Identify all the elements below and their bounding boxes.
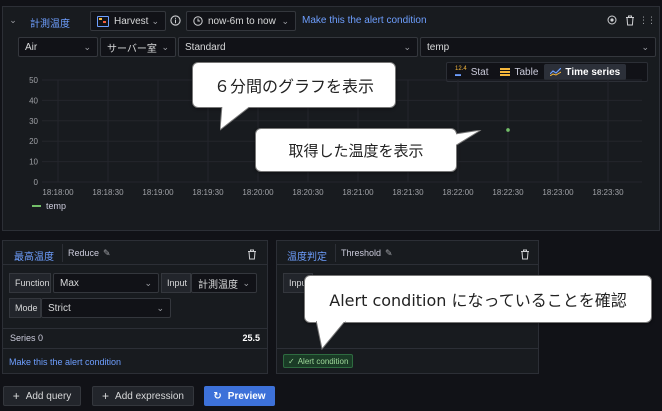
chart-legend[interactable]: temp (32, 201, 66, 211)
callout-graph-pointer (220, 106, 253, 131)
threshold-expression-name[interactable]: 温度判定 (287, 248, 327, 263)
threshold-trash-icon[interactable] (518, 247, 532, 261)
function-select[interactable]: Max ⌄ (53, 273, 159, 293)
collapse-chevron-icon[interactable]: ⌄ (6, 12, 20, 28)
filter-type-select[interactable]: Standard ⌄ (178, 37, 418, 57)
reduce-trash-icon[interactable] (245, 247, 259, 261)
y-tick-label: 50 (29, 76, 38, 85)
filter-measurement-value: Air (25, 41, 38, 53)
callout-temp: 取得した温度を表示 (255, 128, 457, 172)
datasource-name: Harvest (114, 15, 149, 27)
data-point (506, 128, 510, 132)
add-expression-label: Add expression (115, 390, 184, 402)
x-tick-label: 18:19:00 (142, 188, 174, 197)
time-range-value: now-6m to now (208, 15, 276, 27)
callout-alert: Alert condition になっていることを確認 (304, 275, 652, 323)
clock-icon (193, 16, 203, 26)
x-tick-label: 18:18:00 (42, 188, 74, 197)
chevron-down-icon: ⌄ (403, 41, 411, 52)
y-tick-label: 10 (29, 158, 38, 167)
reduce-type-label: Reduce (68, 248, 100, 258)
input-select[interactable]: 計測温度 ⌄ (191, 273, 257, 293)
plus-icon: + (12, 389, 20, 403)
time-range-picker[interactable]: now-6m to now ⌄ (186, 11, 296, 31)
y-tick-label: 20 (29, 137, 38, 146)
series-label: Series 0 (10, 333, 44, 343)
callout-temp-text: 取得した温度を表示 (288, 141, 424, 160)
callout-graph-text: ６分間のグラフを表示 (213, 77, 374, 96)
filter-measurement-select[interactable]: Air ⌄ (18, 37, 98, 57)
preview-button[interactable]: ↻ Preview (204, 386, 275, 406)
callout-temp-pointer (455, 130, 482, 147)
drag-handle-icon[interactable]: ⋮⋮ (639, 13, 656, 27)
add-query-button[interactable]: + Add query (3, 386, 81, 406)
chevron-down-icon: ⌄ (281, 15, 289, 26)
threshold-type-label: Threshold (341, 248, 382, 258)
mode-label: Mode (9, 298, 41, 318)
pencil-icon[interactable]: ✎ (103, 248, 111, 259)
filter-field-select[interactable]: temp ⌄ (420, 37, 656, 57)
pencil-icon[interactable]: ✎ (385, 248, 393, 259)
function-label: Function (9, 273, 51, 293)
mode-value: Strict (48, 302, 71, 314)
filter-location-value: サーバー室 (107, 43, 157, 55)
x-tick-label: 18:23:00 (542, 188, 574, 197)
preview-label: Preview (227, 390, 266, 402)
info-icon[interactable] (168, 13, 182, 27)
filter-field-value: temp (427, 41, 450, 53)
duplicate-icon[interactable] (605, 13, 619, 27)
chevron-down-icon: ⌄ (161, 41, 169, 52)
chevron-down-icon: ⌄ (242, 277, 250, 288)
make-alert-condition-link[interactable]: Make this the alert condition (302, 15, 427, 26)
y-tick-label: 0 (34, 178, 39, 187)
x-tick-label: 18:22:00 (442, 188, 474, 197)
chevron-down-icon: ⌄ (83, 41, 91, 52)
query-name[interactable]: 計測温度 (30, 15, 70, 30)
reduce-expression-name[interactable]: 最高温度 (14, 248, 54, 263)
alert-condition-badge: ✓ Alert condition (283, 354, 354, 368)
callout-graph: ６分間のグラフを表示 (192, 62, 396, 108)
y-tick-label: 30 (29, 117, 38, 126)
chevron-down-icon: ⌄ (151, 15, 159, 26)
refresh-icon: ↻ (213, 390, 222, 402)
filter-location-select[interactable]: サーバー室 ⌄ (100, 37, 176, 57)
add-query-label: Add query (25, 390, 72, 402)
legend-swatch (32, 205, 41, 207)
x-tick-label: 18:19:30 (192, 188, 224, 197)
input-value: 計測温度 (198, 279, 238, 291)
threshold-type-tag: Threshold ✎ (335, 244, 398, 262)
chevron-down-icon: ⌄ (144, 277, 152, 288)
x-tick-label: 18:20:00 (242, 188, 274, 197)
legend-label: temp (46, 201, 67, 211)
x-tick-label: 18:22:30 (492, 188, 524, 197)
x-tick-label: 18:20:30 (292, 188, 324, 197)
trash-icon[interactable] (623, 13, 637, 27)
function-value: Max (60, 277, 79, 289)
x-tick-label: 18:21:00 (342, 188, 374, 197)
callout-alert-pointer (316, 321, 346, 351)
input-label: Input (161, 273, 191, 293)
reduce-make-alert-condition-link[interactable]: Make this the alert condition (9, 357, 121, 367)
filter-type-value: Standard (185, 41, 226, 53)
x-tick-label: 18:23:30 (592, 188, 624, 197)
alert-condition-badge-label: Alert condition (297, 356, 349, 366)
add-expression-button[interactable]: + Add expression (92, 386, 194, 406)
reduce-type-tag: Reduce ✎ (62, 244, 116, 262)
x-tick-label: 18:21:30 (392, 188, 424, 197)
series-value: 25.5 (242, 333, 260, 343)
callout-alert-text: Alert condition になっていることを確認 (329, 291, 627, 310)
check-icon: ✓ (288, 356, 295, 366)
chevron-down-icon: ⌄ (156, 302, 164, 313)
y-tick-label: 40 (29, 96, 38, 105)
mode-select[interactable]: Strict ⌄ (41, 298, 171, 318)
x-tick-label: 18:18:30 (92, 188, 124, 197)
plus-icon: + (102, 389, 110, 403)
datasource-icon (97, 15, 109, 27)
chevron-down-icon: ⌄ (641, 41, 649, 52)
datasource-picker[interactable]: Harvest ⌄ (90, 11, 166, 31)
